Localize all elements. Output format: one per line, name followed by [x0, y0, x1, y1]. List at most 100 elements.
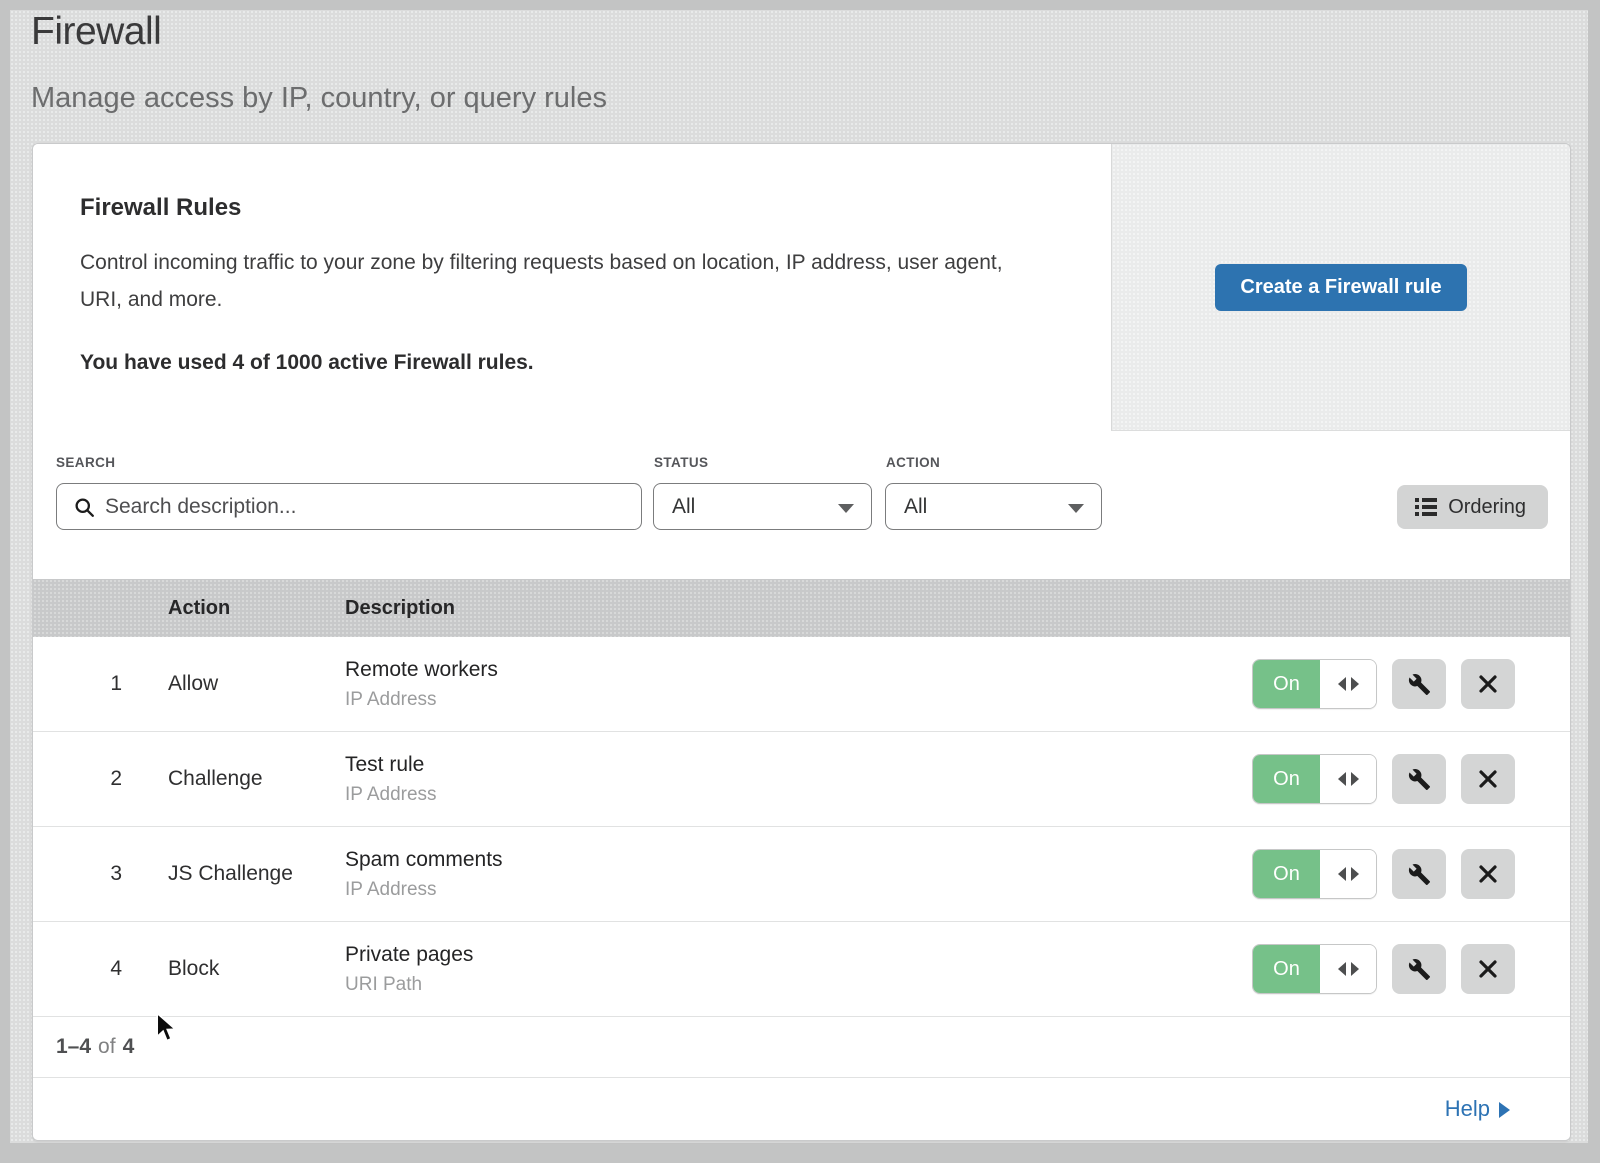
toggle-on-label: On	[1253, 660, 1320, 708]
intro-text-panel: Firewall Rules Control incoming traffic …	[33, 144, 1111, 431]
pagination-bar: 1–4 of 4	[33, 1017, 1570, 1078]
ordering-button[interactable]: Ordering	[1397, 485, 1548, 529]
action-select[interactable]: All	[885, 483, 1102, 530]
toggle-on-label: On	[1253, 945, 1320, 993]
rule-description: Remote workers	[345, 658, 1230, 682]
rule-priority: 2	[33, 767, 168, 791]
rule-controls: On	[1230, 944, 1570, 994]
wrench-icon	[1408, 673, 1431, 696]
chevron-right-icon	[1351, 962, 1359, 976]
toggle-on-label: On	[1253, 755, 1320, 803]
rule-description-cell: Spam comments IP Address	[345, 848, 1230, 901]
table-row: 3 JS Challenge Spam comments IP Address …	[33, 827, 1570, 922]
page-subtitle: Manage access by IP, country, or query r…	[31, 82, 607, 115]
rule-controls: On	[1230, 849, 1570, 899]
chevron-down-icon	[838, 504, 854, 513]
edit-rule-button[interactable]	[1392, 659, 1446, 709]
rule-enabled-toggle[interactable]: On	[1252, 659, 1377, 709]
chevron-right-icon	[1499, 1102, 1510, 1118]
filters-bar: SEARCH STATUS All ACTION All	[33, 431, 1570, 579]
toggle-handle[interactable]	[1320, 850, 1376, 898]
pagination-total: 4	[123, 1035, 135, 1059]
close-icon	[1478, 769, 1498, 789]
usage-summary: You have used 4 of 1000 active Firewall …	[80, 351, 1071, 375]
chevron-left-icon	[1338, 962, 1346, 976]
delete-rule-button[interactable]	[1461, 659, 1515, 709]
close-icon	[1478, 959, 1498, 979]
intro-section: Firewall Rules Control incoming traffic …	[33, 144, 1570, 431]
firewall-rules-card: Firewall Rules Control incoming traffic …	[32, 143, 1571, 1141]
help-link[interactable]: Help	[1445, 1096, 1510, 1122]
close-icon	[1478, 674, 1498, 694]
action-label: ACTION	[886, 455, 940, 470]
rule-description-cell: Remote workers IP Address	[345, 658, 1230, 711]
rule-match-type: IP Address	[345, 689, 1230, 711]
description-column-header: Description	[345, 597, 1230, 620]
rule-description: Spam comments	[345, 848, 1230, 872]
wrench-icon	[1408, 768, 1431, 791]
edit-rule-button[interactable]	[1392, 944, 1446, 994]
create-firewall-rule-button[interactable]: Create a Firewall rule	[1215, 264, 1466, 311]
status-selected-value: All	[672, 495, 695, 519]
rule-match-type: URI Path	[345, 974, 1230, 996]
rule-description-cell: Private pages URI Path	[345, 943, 1230, 996]
card-footer: Help	[33, 1078, 1570, 1140]
rule-controls: On	[1230, 754, 1570, 804]
rule-controls: On	[1230, 659, 1570, 709]
help-link-label: Help	[1445, 1096, 1490, 1122]
edit-rule-button[interactable]	[1392, 754, 1446, 804]
chevron-right-icon	[1351, 772, 1359, 786]
rule-priority: 3	[33, 862, 168, 886]
toggle-handle[interactable]	[1320, 945, 1376, 993]
rule-description-cell: Test rule IP Address	[345, 753, 1230, 806]
chevron-right-icon	[1351, 867, 1359, 881]
delete-rule-button[interactable]	[1461, 849, 1515, 899]
toggle-handle[interactable]	[1320, 660, 1376, 708]
ordering-button-label: Ordering	[1448, 496, 1526, 519]
wrench-icon	[1408, 863, 1431, 886]
rule-match-type: IP Address	[345, 784, 1230, 806]
pagination-of: of	[98, 1035, 116, 1059]
rule-description: Private pages	[345, 943, 1230, 967]
wrench-icon	[1408, 958, 1431, 981]
rule-action: Challenge	[168, 767, 345, 791]
rule-match-type: IP Address	[345, 879, 1230, 901]
toggle-handle[interactable]	[1320, 755, 1376, 803]
delete-rule-button[interactable]	[1461, 944, 1515, 994]
rule-description: Test rule	[345, 753, 1230, 777]
rule-enabled-toggle[interactable]: On	[1252, 849, 1377, 899]
section-description: Control incoming traffic to your zone by…	[80, 244, 1030, 318]
rule-priority: 4	[33, 957, 168, 981]
create-rule-panel: Create a Firewall rule	[1111, 144, 1570, 431]
rule-action: JS Challenge	[168, 862, 345, 886]
rule-action: Allow	[168, 672, 345, 696]
chevron-left-icon	[1338, 867, 1346, 881]
table-row: 4 Block Private pages URI Path On	[33, 922, 1570, 1017]
status-label: STATUS	[654, 455, 708, 470]
edit-rule-button[interactable]	[1392, 849, 1446, 899]
toggle-on-label: On	[1253, 850, 1320, 898]
status-select[interactable]: All	[653, 483, 872, 530]
rule-action: Block	[168, 957, 345, 981]
search-box	[56, 483, 642, 530]
rule-priority: 1	[33, 672, 168, 696]
rule-enabled-toggle[interactable]: On	[1252, 944, 1377, 994]
rule-enabled-toggle[interactable]: On	[1252, 754, 1377, 804]
chevron-left-icon	[1338, 677, 1346, 691]
search-label: SEARCH	[56, 455, 115, 470]
page-background: Firewall Manage access by IP, country, o…	[10, 10, 1588, 1143]
delete-rule-button[interactable]	[1461, 754, 1515, 804]
table-row: 2 Challenge Test rule IP Address On	[33, 732, 1570, 827]
action-column-header: Action	[168, 597, 345, 620]
section-heading: Firewall Rules	[80, 194, 1071, 222]
page-title: Firewall	[31, 10, 161, 54]
search-input[interactable]	[57, 484, 641, 529]
action-selected-value: All	[904, 495, 927, 519]
table-header: Action Description	[33, 579, 1570, 637]
ordered-list-icon	[1415, 497, 1437, 517]
chevron-left-icon	[1338, 772, 1346, 786]
close-icon	[1478, 864, 1498, 884]
chevron-down-icon	[1068, 504, 1084, 513]
pagination-range: 1–4	[56, 1035, 91, 1059]
search-icon	[74, 497, 95, 518]
